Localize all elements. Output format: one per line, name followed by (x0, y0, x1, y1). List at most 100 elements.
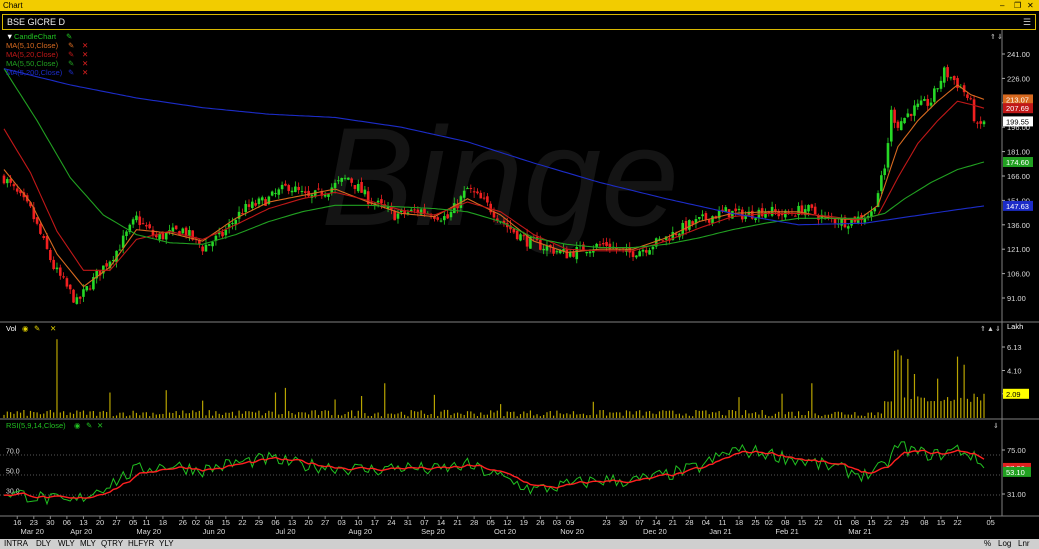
eye-icon[interactable]: ◉ (22, 324, 29, 333)
candle-body (946, 67, 949, 78)
x-tick-label: 08 (205, 518, 213, 527)
candle-body (942, 67, 946, 83)
panel-expand-icon[interactable]: ▲ (987, 326, 994, 333)
x-tick-label: 20 (304, 518, 312, 527)
restore-icon[interactable]: ❐ (1014, 0, 1021, 11)
edit-icon[interactable]: ✎ (66, 32, 72, 41)
remove-icon[interactable]: ✕ (50, 324, 56, 333)
candle-body (363, 189, 367, 195)
candle-body (257, 198, 261, 205)
candle-body (380, 199, 383, 204)
timeframe-hlfyr[interactable]: HLFYR (128, 539, 154, 549)
candle-body (251, 201, 254, 209)
x-tick-label: 10 (354, 518, 362, 527)
x-month-label: Jul 20 (275, 527, 295, 536)
panel-down-icon[interactable]: ⇓ (993, 422, 999, 430)
ma-legend-label: MA(5,10,Close) (6, 41, 59, 50)
panel-down-icon[interactable]: ⇓ (997, 33, 1003, 41)
candle-body (174, 225, 178, 230)
edit-icon[interactable]: ✎ (68, 59, 74, 68)
x-tick-label: 11 (142, 518, 150, 527)
rsi-tag-text: 53.10 (1006, 468, 1025, 477)
edit-icon[interactable]: ✎ (34, 324, 40, 333)
candle-body (565, 249, 569, 259)
x-month-label: Nov 20 (560, 527, 584, 536)
ma-legend-label: MA(5,50,Close) (6, 59, 59, 68)
timeframe-yly[interactable]: YLY (159, 539, 174, 549)
panel-up-icon[interactable]: ⇑ (980, 325, 986, 333)
candle-body (972, 99, 976, 122)
remove-icon[interactable]: ✕ (82, 59, 88, 68)
timeframe-mly[interactable]: MLY (80, 539, 96, 549)
edit-icon[interactable]: ✎ (68, 50, 74, 59)
price-tag-text: 174.60 (1006, 158, 1029, 167)
candle-body (327, 194, 330, 197)
candle-body (697, 216, 701, 219)
candle-chart-label: CandleChart (14, 32, 57, 41)
candle-body (118, 249, 122, 251)
candle-body (274, 192, 277, 194)
candle-body (224, 229, 228, 236)
panel-down-icon[interactable]: ⇓ (995, 325, 1001, 333)
candle-body (376, 200, 380, 203)
candle-body (711, 216, 714, 224)
candle-body (131, 219, 135, 225)
candle-body (764, 211, 767, 218)
candle-body (58, 267, 62, 276)
candle-body (49, 250, 52, 261)
panel-up-icon[interactable]: ⇑ (990, 33, 996, 41)
candle-body (601, 243, 605, 245)
x-tick-label: 13 (288, 518, 296, 527)
candle-body (260, 197, 264, 201)
remove-icon[interactable]: ✕ (97, 421, 103, 430)
remove-icon[interactable]: ✕ (82, 68, 88, 77)
candle-body (247, 204, 251, 207)
volume-tick-label: 4.10 (1007, 367, 1022, 376)
candle-body (75, 297, 79, 304)
x-tick-label: 15 (867, 518, 875, 527)
candle-body (333, 182, 337, 189)
x-month-label: Dec 20 (643, 527, 667, 536)
log-scale-button[interactable]: Log (998, 539, 1011, 549)
candle-body (737, 208, 741, 211)
timeframe-qtry[interactable]: QTRY (101, 539, 123, 549)
edit-icon[interactable]: ✎ (68, 41, 74, 50)
candle-body (651, 246, 655, 250)
candle-body (141, 223, 145, 225)
x-tick-label: 02 (192, 518, 200, 527)
x-tick-label: 14 (437, 518, 445, 527)
candle-body (204, 244, 208, 252)
linear-scale-button[interactable]: Lnr (1018, 539, 1030, 549)
candle-body (588, 251, 592, 254)
timeframe-intra[interactable]: INTRA (4, 539, 28, 549)
candle-body (539, 239, 542, 250)
candle-body (72, 289, 75, 303)
close-icon[interactable]: ✕ (1027, 0, 1034, 11)
chart-canvas[interactable]: Binge ▼ CandleChart ✎ ⇑ ⇓ MA(5,10,Close)… (0, 30, 1039, 539)
candle-body (893, 109, 896, 123)
timeframe-dly[interactable]: DLY (36, 539, 51, 549)
candle-body (688, 220, 691, 230)
pin-icon[interactable]: ☰ (1023, 15, 1031, 29)
percent-scale-button[interactable]: % (984, 539, 991, 549)
remove-icon[interactable]: ✕ (82, 50, 88, 59)
candle-body (886, 143, 890, 168)
x-tick-label: 15 (798, 518, 806, 527)
ma-legend-label: MA(5,20,Close) (6, 50, 59, 59)
candle-body (545, 246, 549, 251)
candle-body (479, 192, 483, 199)
edit-icon[interactable]: ✎ (86, 421, 92, 430)
x-tick-label: 24 (387, 518, 395, 527)
timeframe-wly[interactable]: WLY (58, 539, 75, 549)
eye-icon[interactable]: ◉ (74, 421, 81, 430)
x-tick-label: 11 (719, 518, 727, 527)
candle-body (807, 205, 810, 212)
x-tick-label: 23 (30, 518, 38, 527)
minimize-icon[interactable]: – (1000, 0, 1004, 11)
collapse-icon[interactable]: ▼ (6, 32, 13, 41)
candle-body (164, 232, 168, 240)
candle-body (522, 235, 526, 237)
candle-body (880, 175, 883, 192)
edit-icon[interactable]: ✎ (68, 68, 74, 77)
remove-icon[interactable]: ✕ (82, 41, 88, 50)
